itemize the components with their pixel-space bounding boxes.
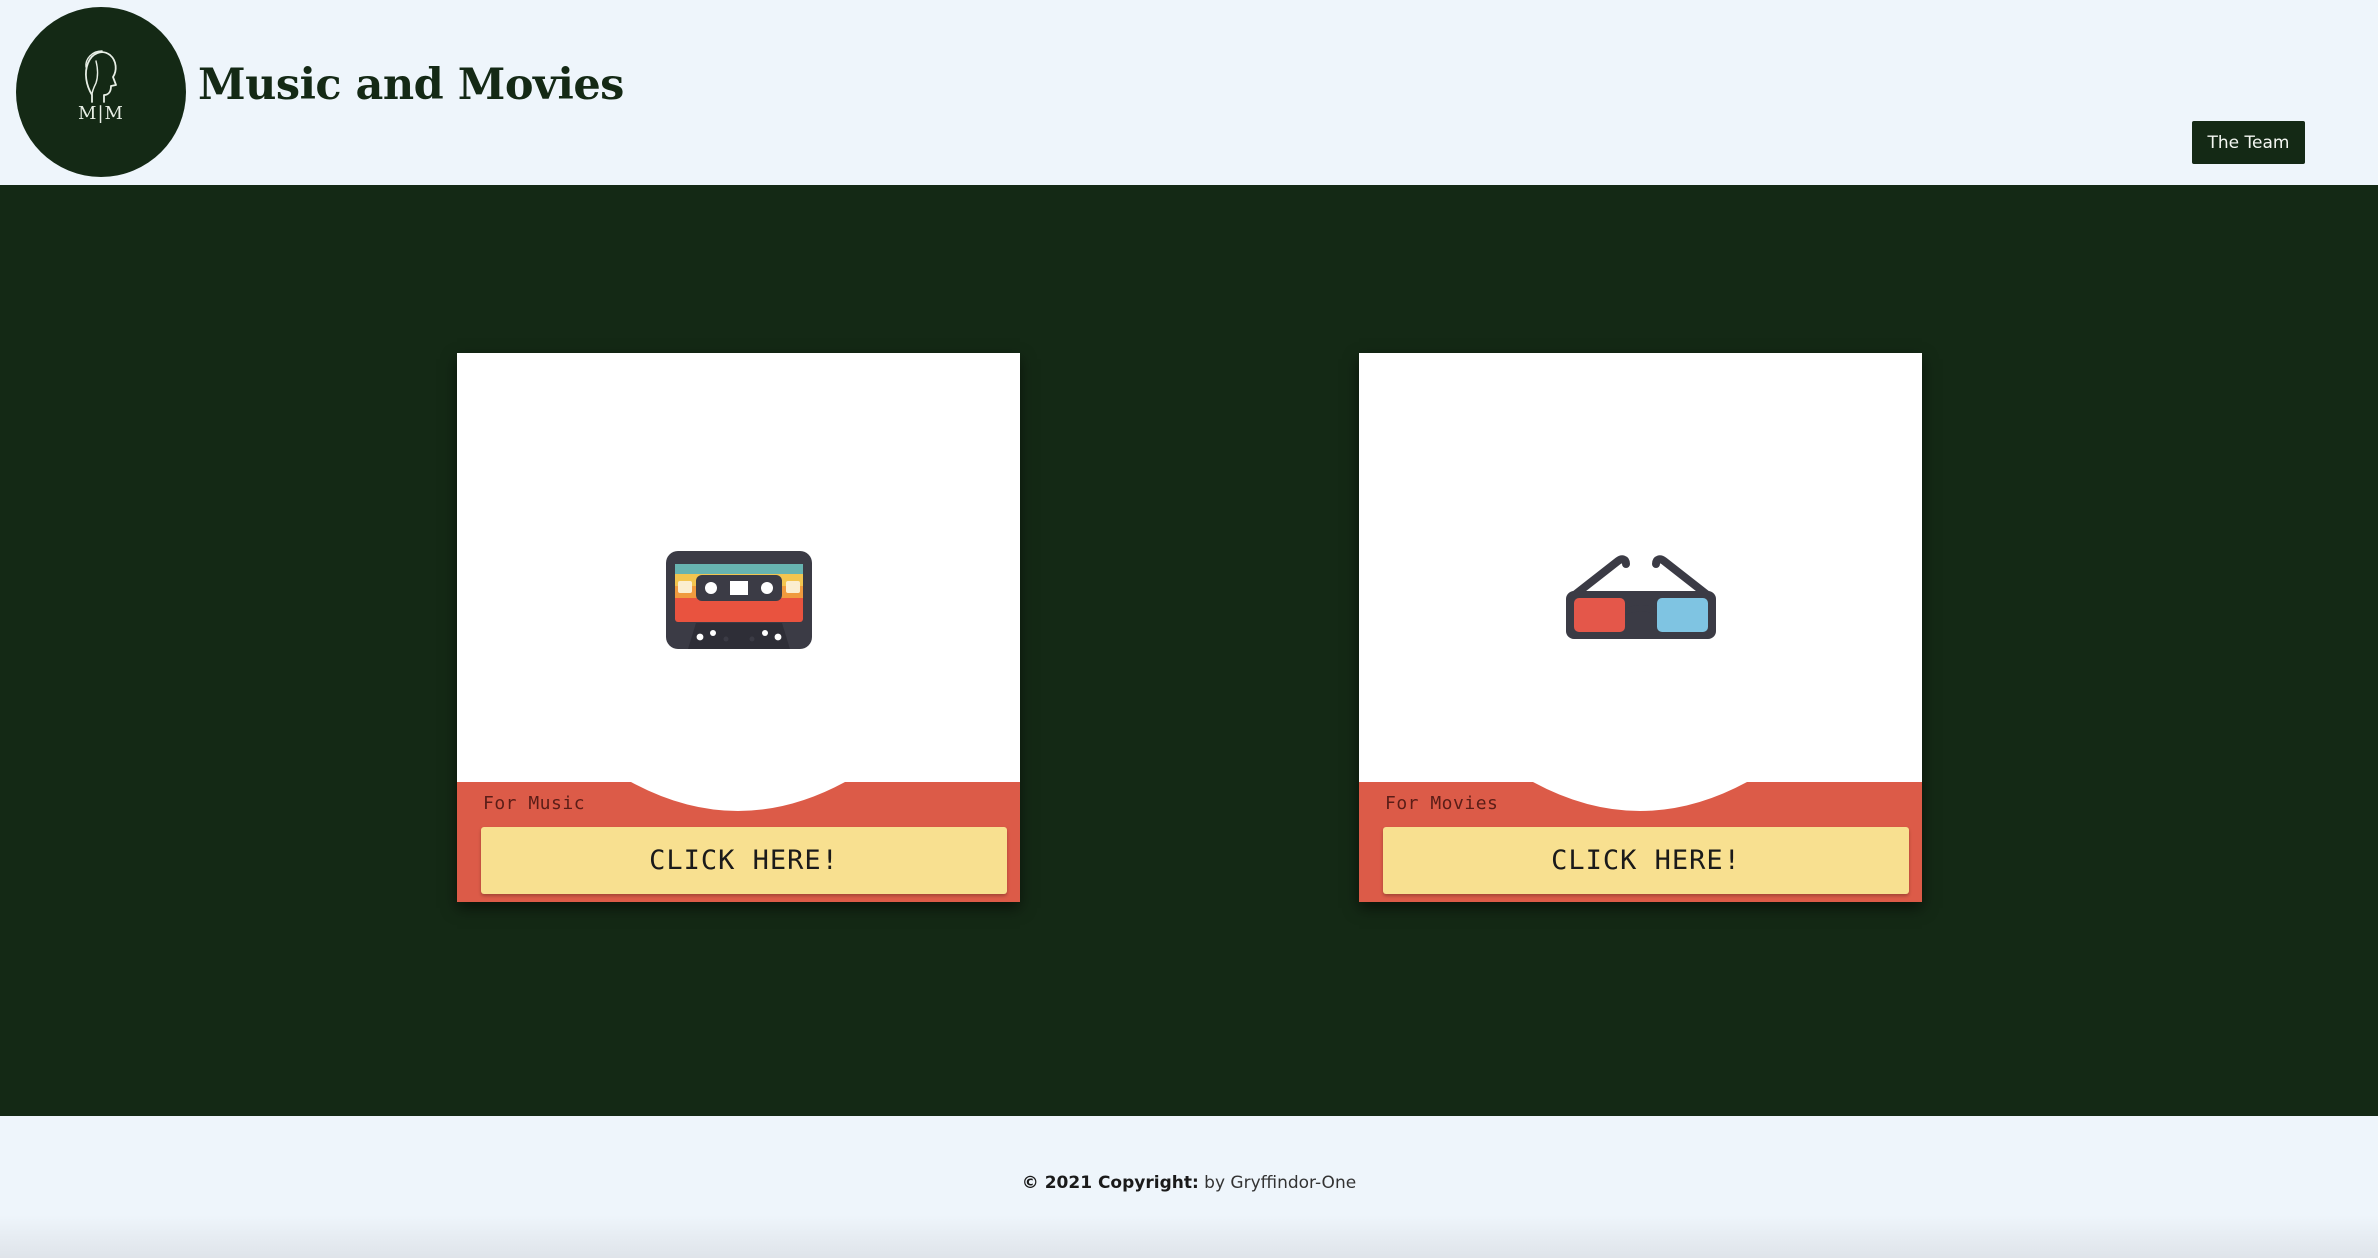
movies-card: For Movies CLICK HERE! (1359, 353, 1922, 902)
copyright-owner: by Gryffindor-One (1198, 1173, 1357, 1193)
the-team-button[interactable]: The Team (2192, 121, 2305, 164)
site-footer: © 2021 Copyright: by Gryffindor-One (0, 1116, 2378, 1258)
copyright-text: © 2021 Copyright: by Gryffindor-One (0, 1173, 2378, 1193)
movies-click-here-button[interactable]: CLICK HERE! (1383, 827, 1909, 894)
music-click-here-button[interactable]: CLICK HERE! (481, 827, 1007, 894)
music-card: For Music CLICK HERE! (457, 353, 1020, 902)
site-title: Music and Movies (198, 60, 624, 110)
copyright-prefix: © 2021 Copyright: (1021, 1173, 1199, 1193)
logo-text: M|M (78, 103, 124, 124)
card-label: For Music (483, 793, 586, 814)
site-logo[interactable]: M|M (16, 7, 186, 177)
head-silhouette-icon (85, 50, 117, 103)
3d-glasses-icon (1566, 555, 1716, 639)
card-label: For Movies (1385, 793, 1499, 814)
site-header: M|M Music and Movies The Team (0, 0, 2378, 185)
cassette-tape-icon (666, 551, 812, 649)
main-content: For Music CLICK HERE! For Movies CLICK H… (0, 185, 2378, 1116)
